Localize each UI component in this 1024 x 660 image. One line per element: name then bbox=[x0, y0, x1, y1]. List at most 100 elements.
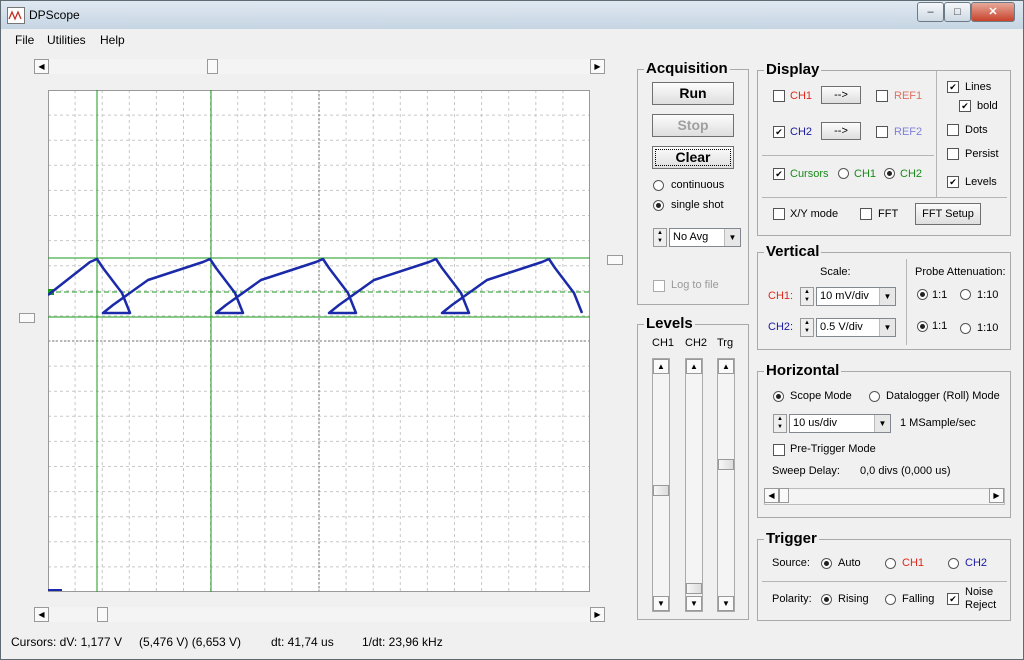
trigger-auto-radio[interactable] bbox=[821, 558, 832, 569]
clear-button[interactable]: Clear bbox=[652, 146, 734, 169]
trigger-polarity-label: Polarity: bbox=[772, 593, 812, 605]
sweep-delay-scrollbar[interactable] bbox=[764, 488, 1005, 505]
bottom-scrollbar[interactable] bbox=[34, 607, 605, 622]
dots-checkbox[interactable] bbox=[947, 124, 959, 136]
ch2-arrow-button[interactable]: --> bbox=[821, 122, 861, 140]
ch2-scale-spinner[interactable]: ▲ ▼ bbox=[800, 318, 814, 337]
continuous-radio[interactable] bbox=[653, 180, 664, 191]
top-scrollbar[interactable] bbox=[34, 59, 605, 74]
pretrigger-checkbox[interactable] bbox=[773, 444, 785, 456]
ch1-display-checkbox[interactable] bbox=[773, 90, 785, 102]
trigger-level-up-button[interactable]: ▲ bbox=[718, 359, 734, 374]
ref2-checkbox[interactable] bbox=[876, 126, 888, 138]
levels-checkbox[interactable]: ✔ bbox=[947, 176, 959, 188]
ch2-display-label: CH2 bbox=[790, 126, 813, 138]
cursor-ch2-radio[interactable] bbox=[884, 168, 895, 179]
scope-display[interactable] bbox=[47, 90, 590, 592]
stop-button[interactable]: Stop bbox=[652, 114, 734, 137]
trigger-level-down-button[interactable]: ▼ bbox=[718, 596, 734, 611]
trigger-level-slider[interactable]: ▲ ▼ bbox=[717, 358, 735, 612]
bottom-scroll-thumb[interactable] bbox=[97, 607, 108, 622]
ch2-level-slider[interactable]: ▲ ▼ bbox=[685, 358, 703, 612]
sweep-delay-right-button[interactable]: ▶ bbox=[989, 488, 1004, 503]
ch1-probe-10x-radio[interactable] bbox=[960, 289, 971, 300]
ch1-level-slider[interactable]: ▲ ▼ bbox=[652, 358, 670, 612]
menu-help[interactable]: Help bbox=[100, 33, 125, 47]
left-offset-marker[interactable] bbox=[19, 313, 35, 323]
cursors-checkbox[interactable]: ✔ bbox=[773, 168, 785, 180]
timebase-select[interactable]: 10 us/div ▼ bbox=[789, 414, 891, 433]
single-shot-label: single shot bbox=[671, 199, 724, 211]
menu-file[interactable]: File bbox=[15, 33, 34, 47]
chevron-down-icon: ▼ bbox=[879, 319, 895, 336]
ch2-trace bbox=[47, 257, 584, 315]
bottom-scroll-right-button[interactable]: ▶ bbox=[590, 607, 605, 622]
sweep-delay-left-button[interactable]: ◀ bbox=[764, 488, 779, 503]
top-scroll-right-button[interactable]: ▶ bbox=[590, 59, 605, 74]
trigger-ch1-radio[interactable] bbox=[885, 558, 896, 569]
close-button[interactable]: ✕ bbox=[971, 2, 1015, 22]
levels-ch2-label: CH2 bbox=[685, 337, 708, 349]
right-offset-marker[interactable] bbox=[607, 255, 623, 265]
ch2-level-up-button[interactable]: ▲ bbox=[686, 359, 702, 374]
scope-mode-radio[interactable] bbox=[773, 391, 784, 402]
ch2-display-checkbox[interactable]: ✔ bbox=[773, 126, 785, 138]
ch1-probe-1x-radio[interactable] bbox=[917, 289, 928, 300]
display-divider bbox=[936, 71, 937, 197]
display-hdivider bbox=[762, 155, 934, 156]
cursor-ch2-label: CH2 bbox=[900, 168, 923, 180]
scope-mode-label: Scope Mode bbox=[790, 390, 852, 402]
title-bar[interactable]: DPScope ‒ □ ✕ bbox=[1, 1, 1023, 29]
acquisition-title: Acquisition bbox=[644, 60, 730, 77]
trigger-ch2-label: CH2 bbox=[965, 557, 988, 569]
xy-mode-checkbox[interactable] bbox=[773, 208, 785, 220]
ch1-arrow-button[interactable]: --> bbox=[821, 86, 861, 104]
top-scroll-thumb[interactable] bbox=[207, 59, 218, 74]
timebase-spinner[interactable]: ▲ ▼ bbox=[773, 414, 787, 433]
single-shot-radio[interactable] bbox=[653, 200, 664, 211]
ch1-scale-select[interactable]: 10 mV/div ▼ bbox=[816, 287, 896, 306]
ch1-level-up-button[interactable]: ▲ bbox=[653, 359, 669, 374]
continuous-label: continuous bbox=[671, 179, 725, 191]
ch2-probe-10x-radio[interactable] bbox=[960, 323, 971, 334]
ch2-scale-value: 0.5 V/div bbox=[820, 321, 863, 333]
menu-bar: File Utilities Help bbox=[1, 30, 1023, 50]
trigger-ch1-label: CH1 bbox=[902, 557, 925, 569]
sweep-delay-thumb[interactable] bbox=[779, 488, 789, 503]
log-to-file-checkbox[interactable] bbox=[653, 280, 665, 292]
ch2-level-thumb[interactable] bbox=[686, 583, 702, 594]
ref1-checkbox[interactable] bbox=[876, 90, 888, 102]
fft-setup-button[interactable]: FFT Setup bbox=[915, 203, 981, 225]
ch1-scale-spinner[interactable]: ▲ ▼ bbox=[800, 287, 814, 306]
trigger-auto-label: Auto bbox=[838, 557, 861, 569]
trigger-rising-radio[interactable] bbox=[821, 594, 832, 605]
trigger-title: Trigger bbox=[764, 530, 819, 547]
trigger-falling-radio[interactable] bbox=[885, 594, 896, 605]
bold-checkbox[interactable]: ✔ bbox=[959, 100, 971, 112]
timebase-value: 10 us/div bbox=[793, 417, 838, 429]
datalogger-mode-radio[interactable] bbox=[869, 391, 880, 402]
lines-checkbox[interactable]: ✔ bbox=[947, 81, 959, 93]
avg-select[interactable]: No Avg ▼ bbox=[669, 228, 741, 247]
levels-trg-label: Trg bbox=[717, 337, 734, 349]
top-scroll-left-button[interactable]: ◀ bbox=[34, 59, 49, 74]
bottom-scroll-left-button[interactable]: ◀ bbox=[34, 607, 49, 622]
fft-checkbox[interactable] bbox=[860, 208, 872, 220]
minimize-button[interactable]: ‒ bbox=[917, 2, 944, 22]
trigger-ch2-radio[interactable] bbox=[948, 558, 959, 569]
ch2-level-down-button[interactable]: ▼ bbox=[686, 596, 702, 611]
maximize-button[interactable]: □ bbox=[944, 2, 971, 22]
ch1-level-thumb[interactable] bbox=[653, 485, 669, 496]
avg-spinner[interactable]: ▲ ▼ bbox=[653, 228, 667, 247]
bold-label: bold bbox=[977, 100, 998, 112]
trigger-level-thumb[interactable] bbox=[718, 459, 734, 470]
sample-rate-label: 1 MSample/sec bbox=[900, 417, 976, 429]
ch1-level-down-button[interactable]: ▼ bbox=[653, 596, 669, 611]
ch2-probe-1x-radio[interactable] bbox=[917, 321, 928, 332]
menu-utilities[interactable]: Utilities bbox=[47, 33, 86, 47]
run-button[interactable]: Run bbox=[652, 82, 734, 105]
noise-reject-checkbox[interactable]: ✔ bbox=[947, 593, 959, 605]
cursor-ch1-radio[interactable] bbox=[838, 168, 849, 179]
persist-checkbox[interactable] bbox=[947, 148, 959, 160]
ch2-scale-select[interactable]: 0.5 V/div ▼ bbox=[816, 318, 896, 337]
